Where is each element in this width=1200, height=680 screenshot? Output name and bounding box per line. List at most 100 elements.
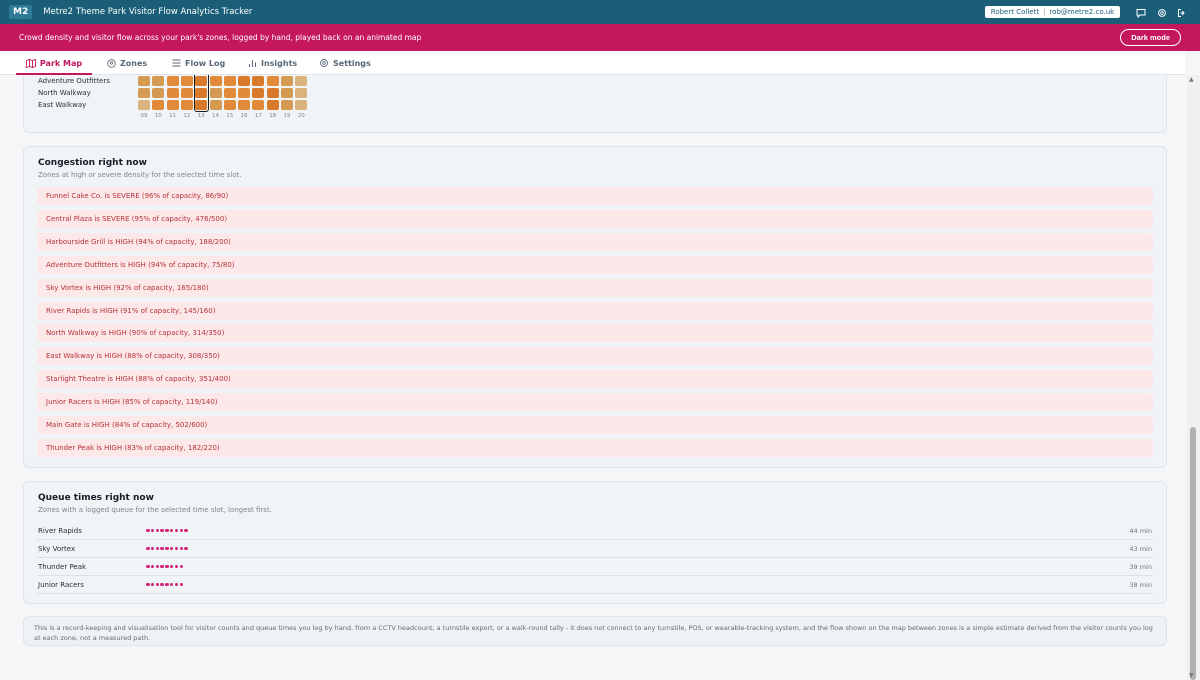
heatmap-cell[interactable] — [209, 88, 222, 98]
dark-mode-button[interactable]: Dark mode — [1120, 29, 1181, 46]
selected-time-slot[interactable] — [193, 75, 209, 112]
queue-row[interactable]: River Rapids 44 min — [37, 522, 1153, 540]
tab-zones[interactable]: Zones — [107, 51, 147, 75]
congestion-alert[interactable]: Main Gate is HIGH (84% of capacity, 502/… — [37, 416, 1153, 434]
heatmap-cell[interactable] — [266, 88, 279, 98]
congestion-alert[interactable]: Central Plaza is SEVERE (95% of capacity… — [37, 209, 1153, 228]
pin-icon — [107, 58, 116, 68]
tab-insights[interactable]: Insights — [248, 51, 297, 75]
heatmap-cell[interactable] — [238, 88, 251, 98]
tab-label: Flow Log — [185, 58, 226, 68]
content-area[interactable]: Adventure Outfitters North Walkway East Wa… — [0, 75, 1187, 680]
queue-dot — [146, 546, 150, 551]
queue-row[interactable]: Thunder Peak 39 min — [37, 558, 1153, 576]
heatmap-hour-label: 12 — [183, 113, 191, 119]
queue-dot — [146, 564, 150, 569]
congestion-alert[interactable]: Funnel Cake Co. is SEVERE (96% of capaci… — [37, 187, 1153, 205]
heatmap-cell[interactable] — [138, 88, 150, 98]
heatmap-cell[interactable] — [223, 88, 236, 98]
heatmap-cell[interactable] — [152, 76, 165, 86]
queue-minutes: 43 min — [1129, 544, 1152, 553]
heatmap-cell[interactable] — [223, 100, 236, 110]
queue-subtitle: Zones with a logged queue for the select… — [38, 506, 272, 514]
queue-dot — [150, 546, 155, 551]
queue-row[interactable]: Junior Racers 38 min — [37, 576, 1153, 594]
heatmap-hour-label: 20 — [297, 113, 305, 119]
queue-dot — [179, 582, 184, 587]
congestion-alert[interactable]: East Walkway is HIGH (88% of capacity, 3… — [37, 347, 1153, 366]
heatmap-cell[interactable] — [138, 76, 150, 86]
queue-dot — [169, 546, 174, 551]
queue-dot — [160, 582, 164, 587]
tab-settings[interactable]: Settings — [319, 51, 371, 75]
queue-dot — [179, 546, 184, 551]
heatmap-cell[interactable] — [238, 76, 251, 86]
user-account-badge[interactable]: Robert Collett | rob@metre2.co.uk — [985, 6, 1120, 18]
queue-dot — [179, 528, 184, 533]
queue-dot — [169, 582, 174, 587]
queue-dot — [174, 546, 179, 551]
heatmap-cell[interactable] — [180, 100, 193, 110]
queue-zone-name: Junior Racers — [38, 580, 84, 589]
page-scrollbar[interactable]: ▲ ▼ — [1187, 75, 1200, 680]
zone-heatmap-card: Adventure Outfitters North Walkway East Wa… — [23, 75, 1167, 133]
heatmap-cell[interactable] — [295, 100, 308, 110]
heatmap-cell[interactable] — [180, 76, 193, 86]
heatmap-cell[interactable] — [166, 88, 179, 98]
tab-flow-log[interactable]: Flow Log — [172, 51, 225, 75]
queue-row[interactable]: Sky Vortex 43 min — [37, 540, 1153, 558]
congestion-alert[interactable]: Starlight Theatre is HIGH (88% of capaci… — [37, 370, 1153, 389]
heatmap-cell[interactable] — [281, 88, 293, 98]
gear-icon[interactable] — [1156, 7, 1167, 18]
heatmap-hour-label: 16 — [240, 113, 248, 119]
congestion-alert[interactable]: Adventure Outfitters is HIGH (94% of cap… — [37, 255, 1153, 274]
heatmap-cell[interactable] — [295, 88, 308, 98]
congestion-subtitle: Zones at high or severe density for the … — [38, 171, 242, 179]
heatmap-cell[interactable] — [209, 100, 222, 110]
message-icon[interactable] — [1135, 7, 1146, 18]
heatmap-cell[interactable] — [266, 100, 279, 110]
tab-park-map[interactable]: Park Map — [16, 51, 92, 75]
queue-dot — [146, 582, 150, 587]
heatmap-cell[interactable] — [281, 100, 293, 110]
heatmap-cell[interactable] — [152, 88, 165, 98]
heatmap-cell[interactable] — [180, 88, 193, 98]
heatmap-cell[interactable] — [252, 76, 265, 86]
queue-minutes: 39 min — [1129, 562, 1152, 571]
heatmap-cell[interactable] — [166, 76, 179, 86]
congestion-alert[interactable]: Harbourside Grill is HIGH (94% of capaci… — [37, 232, 1153, 251]
heatmap-cell[interactable] — [223, 76, 236, 86]
scroll-down-icon[interactable]: ▼ — [1189, 672, 1194, 679]
user-email: rob@metre2.co.uk — [1049, 8, 1115, 16]
tab-label: Settings — [333, 58, 371, 68]
queue-dot — [160, 564, 164, 569]
heatmap-cell[interactable] — [166, 100, 179, 110]
list-icon — [172, 59, 181, 67]
congestion-alert[interactable]: North Walkway is HIGH (90% of capacity, … — [37, 324, 1153, 343]
heatmap-cell[interactable] — [252, 88, 265, 98]
queue-dot — [150, 564, 155, 569]
scroll-up-icon[interactable]: ▲ — [1189, 76, 1194, 83]
scrollbar-thumb[interactable] — [1190, 427, 1196, 680]
heatmap-cell[interactable] — [209, 76, 222, 86]
queue-dot — [160, 528, 164, 533]
heatmap-cell[interactable] — [152, 100, 165, 110]
heatmap-cell[interactable] — [281, 76, 293, 86]
queue-length-bar — [146, 564, 184, 569]
heatmap-cell[interactable] — [266, 76, 279, 86]
heatmap-cell[interactable] — [238, 100, 251, 110]
queue-length-bar — [146, 546, 188, 551]
tab-label: Insights — [261, 58, 298, 68]
banner-text: Crowd density and visitor flow across yo… — [19, 33, 422, 42]
queue-minutes: 44 min — [1129, 526, 1152, 535]
congestion-alert[interactable]: River Rapids is HIGH (91% of capacity, 1… — [37, 301, 1153, 320]
congestion-alert[interactable]: Thunder Peak is HIGH (83% of capacity, 1… — [37, 438, 1153, 457]
queue-dot — [150, 528, 155, 533]
heatmap-cell[interactable] — [252, 100, 265, 110]
map-icon — [25, 58, 36, 68]
congestion-alert[interactable]: Sky Vortex is HIGH (92% of capacity, 165… — [37, 278, 1153, 297]
logout-icon[interactable] — [1176, 7, 1187, 18]
congestion-alert[interactable]: Junior Racers is HIGH (85% of capacity, … — [37, 393, 1153, 412]
heatmap-cell[interactable] — [138, 100, 150, 110]
heatmap-cell[interactable] — [295, 76, 308, 86]
